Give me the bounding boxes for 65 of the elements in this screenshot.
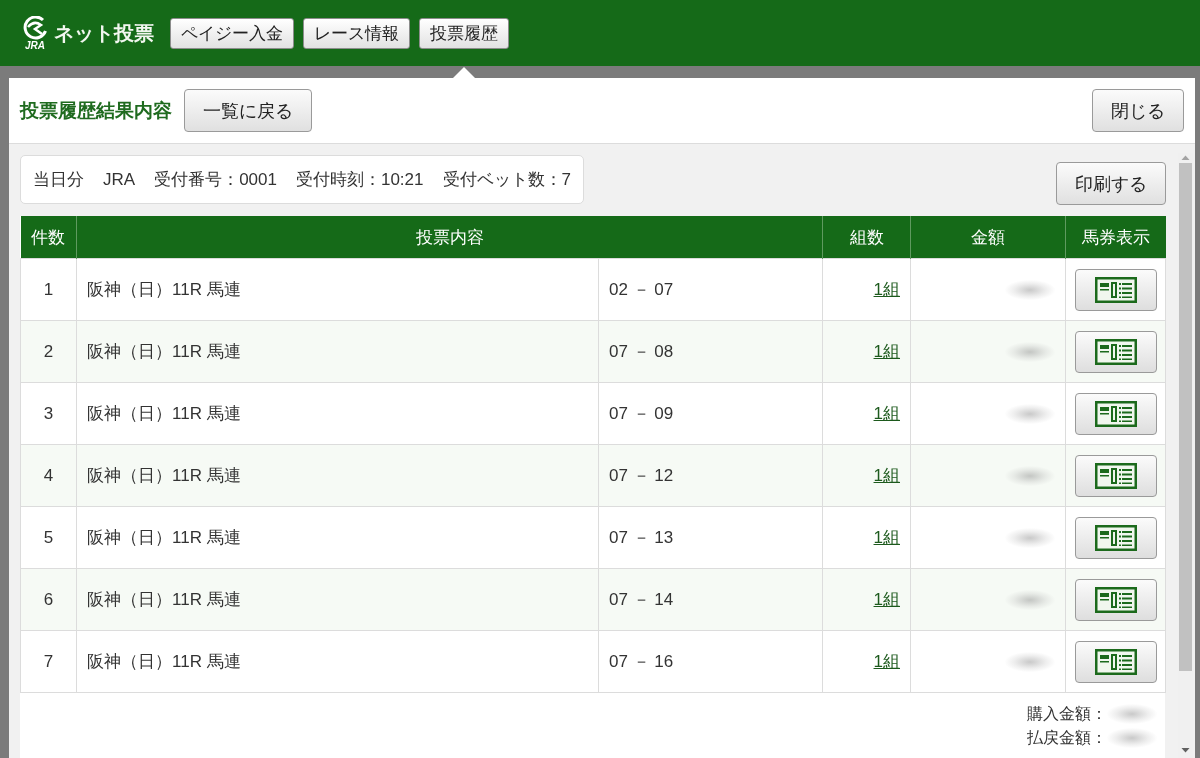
race-cell: 阪神（日）11R 馬連 [76, 630, 599, 693]
column-header: 組数 [822, 216, 911, 259]
horse-numbers-cell: 02 － 07 [598, 258, 823, 321]
horse-numbers-cell: 07 － 14 [598, 568, 823, 631]
horse-numbers-cell: 07 － 13 [598, 506, 823, 569]
nav-tab[interactable]: ペイジー入金 [170, 17, 294, 49]
ticket-icon [1094, 524, 1137, 551]
combinations-link[interactable]: 1組 [873, 652, 900, 671]
back-button[interactable]: 一覧に戻る [184, 89, 312, 132]
row-number-cell: 6 [20, 568, 77, 631]
row-number-cell: 4 [20, 444, 77, 507]
row-number-cell: 1 [20, 258, 77, 321]
ticket-view-button[interactable] [1074, 330, 1157, 373]
combinations-link[interactable]: 1組 [873, 528, 900, 547]
ticket-icon [1094, 276, 1137, 303]
row-number-cell: 5 [20, 506, 77, 569]
receipt-info-text: 受付ベット数：7 [442, 169, 571, 191]
receipt-info-text: 受付番号：0001 [154, 169, 277, 191]
ticket-icon [1094, 462, 1137, 489]
logo-mark: JRA [25, 39, 45, 51]
horse-numbers-cell: 07 － 08 [598, 320, 823, 383]
ticket-view-button[interactable] [1074, 516, 1157, 559]
race-cell: 阪神（日）11R 馬連 [76, 258, 599, 321]
race-cell: 阪神（日）11R 馬連 [76, 506, 599, 569]
combinations-link[interactable]: 1組 [873, 404, 900, 423]
receipt-info-text: 受付時刻：10:21 [295, 169, 424, 191]
horse-numbers-cell: 07 － 12 [598, 444, 823, 507]
row-number-cell: 7 [20, 630, 77, 693]
ticket-view-button[interactable] [1074, 454, 1157, 497]
column-header: 投票内容 [76, 216, 823, 259]
column-header: 件数 [20, 216, 77, 259]
column-header: 金額 [910, 216, 1066, 259]
ticket-view-button[interactable] [1074, 268, 1157, 311]
close-button[interactable]: 閉じる [1092, 89, 1184, 132]
nav-tab[interactable]: レース情報 [303, 17, 410, 49]
logo-title: ネット投票 [54, 20, 154, 46]
race-cell: 阪神（日）11R 馬連 [76, 320, 599, 383]
row-number-cell: 3 [20, 382, 77, 445]
ticket-icon [1094, 586, 1137, 613]
dialog-title: 投票履歴結果内容 [20, 98, 172, 123]
combinations-link[interactable]: 1組 [873, 466, 900, 485]
nav-tab[interactable]: 投票履歴 [419, 17, 509, 49]
receipt-info-text: JRA [103, 169, 136, 190]
total-label: 購入金額： [1027, 703, 1107, 724]
ticket-icon [1094, 648, 1137, 675]
total-label: 払戻金額： [1027, 727, 1107, 748]
row-number-cell: 2 [20, 320, 77, 383]
race-cell: 阪神（日）11R 馬連 [76, 444, 599, 507]
horse-numbers-cell: 07 － 09 [598, 382, 823, 445]
race-cell: 阪神（日）11R 馬連 [76, 382, 599, 445]
emblem-icon [21, 15, 49, 40]
scrollbar-thumb[interactable] [1179, 163, 1192, 671]
ticket-view-button[interactable] [1074, 578, 1157, 621]
combinations-link[interactable]: 1組 [873, 342, 900, 361]
receipt-info-text: 当日分 [33, 169, 84, 191]
ticket-icon [1094, 400, 1137, 427]
print-button[interactable]: 印刷する [1056, 162, 1166, 205]
ticket-view-button[interactable] [1074, 392, 1157, 435]
column-header: 馬券表示 [1065, 216, 1166, 259]
horse-numbers-cell: 07 － 16 [598, 630, 823, 693]
ticket-icon [1094, 338, 1137, 365]
race-cell: 阪神（日）11R 馬連 [76, 568, 599, 631]
ticket-view-button[interactable] [1074, 640, 1157, 683]
combinations-link[interactable]: 1組 [873, 590, 900, 609]
combinations-link[interactable]: 1組 [873, 280, 900, 299]
